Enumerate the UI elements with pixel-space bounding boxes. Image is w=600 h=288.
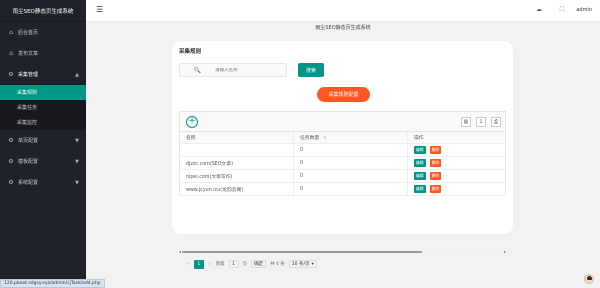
sidebar-subitem-monitor[interactable]: 采集监控 bbox=[0, 115, 86, 130]
sort-icon[interactable]: ⇕ bbox=[323, 135, 326, 140]
cell-actions: 编辑 删除 bbox=[408, 183, 505, 195]
browser-status-url: 120.pboot.sdgsy.xyz/admin/cjTask/add.php bbox=[0, 279, 105, 288]
fullscreen-icon[interactable]: ⛶ bbox=[560, 6, 564, 14]
gear-icon: ⚙ bbox=[8, 158, 14, 165]
goto-label: 到第 bbox=[215, 262, 225, 267]
page-size-select[interactable]: 10 条/页 ▾ bbox=[288, 260, 317, 268]
sidebar-item-label: 模板配置 bbox=[18, 159, 39, 165]
table-row: djzzc.com(SEO文章) 0 编辑 删除 bbox=[179, 157, 506, 170]
search-input[interactable] bbox=[215, 67, 285, 73]
chevron-down-icon: ▼ bbox=[75, 158, 79, 165]
add-icon[interactable]: + bbox=[186, 116, 198, 128]
sidebar-item-template[interactable]: ⚙ 模板配置 ▼ bbox=[0, 151, 86, 172]
sidebar: 雨尘SEO静态页生成系统 ⌂ 后台首页 ⌂ 发布文章 ⚙ 采集管理 ▲ 采集规则… bbox=[0, 0, 86, 288]
table-header-row: 名称 任务数量 ⇕ 操作 bbox=[179, 132, 506, 144]
home-icon: ⌂ bbox=[9, 29, 13, 36]
user-menu[interactable]: admin bbox=[576, 7, 592, 13]
page-title: 雨尘SEO静态页生成系统 bbox=[315, 25, 371, 31]
menu-toggle-icon[interactable]: ☰ bbox=[96, 5, 103, 14]
chevron-up-icon: ▲ bbox=[75, 71, 79, 78]
delete-button[interactable]: 删除 bbox=[429, 159, 442, 167]
theme-icon[interactable]: ☁ bbox=[536, 6, 542, 13]
column-header-label: 任务数量 bbox=[300, 136, 320, 141]
search-button[interactable]: 搜索 bbox=[298, 63, 324, 77]
sidebar-item-label: 单页配置 bbox=[18, 138, 39, 144]
total-count: 共 4 条 bbox=[270, 262, 285, 267]
edit-button[interactable]: 编辑 bbox=[414, 146, 426, 154]
delete-button[interactable]: 删除 bbox=[429, 172, 442, 180]
column-header-count[interactable]: 任务数量 ⇕ bbox=[294, 132, 408, 143]
cell-actions: 编辑 删除 bbox=[408, 157, 505, 169]
goto-confirm-button[interactable]: 确定 bbox=[251, 260, 267, 268]
columns-filter-icon[interactable]: ▥ bbox=[461, 117, 471, 127]
delete-button[interactable]: 删除 bbox=[429, 146, 442, 154]
print-icon[interactable]: ⎙ bbox=[491, 117, 501, 127]
column-header-actions: 操作 bbox=[414, 136, 424, 141]
cell-count: 0 bbox=[294, 183, 408, 195]
cell-count: 0 bbox=[294, 144, 408, 156]
avatar[interactable] bbox=[584, 274, 594, 284]
cell-name: nipei.com(文章写作) bbox=[180, 170, 294, 182]
cell-name: djzzc.com(SEO文章) bbox=[180, 157, 294, 169]
rules-card: 采集规则 🔍 搜索 采集规则配置 + ▥ ⇩ ⎙ 名称 任务数量 ⇕ 操作 0 … bbox=[172, 41, 513, 269]
goto-page-input[interactable]: 1 bbox=[228, 260, 239, 268]
table-row: nipei.com(文章写作) 0 编辑 删除 bbox=[179, 170, 506, 183]
search-icon: 🔍 bbox=[193, 66, 202, 74]
card-title: 采集规则 bbox=[179, 49, 202, 55]
home-icon: ⌂ bbox=[9, 50, 13, 57]
table-row: 0 编辑 删除 bbox=[179, 144, 506, 157]
rules-table: 名称 任务数量 ⇕ 操作 0 编辑 删除 djzzc.com(SEO文章) 0 … bbox=[179, 132, 506, 196]
horizontal-scrollbar[interactable]: ◂ ▸ bbox=[179, 249, 506, 254]
sidebar-submenu: 采集规则 采集任务 采集监控 bbox=[0, 85, 86, 130]
sidebar-item-label: 采集管理 bbox=[18, 72, 39, 78]
edit-button[interactable]: 编辑 bbox=[414, 172, 426, 180]
next-page-button[interactable]: > bbox=[208, 262, 212, 267]
sidebar-subitem-rules[interactable]: 采集规则 bbox=[0, 85, 86, 100]
chevron-down-icon: ▼ bbox=[75, 179, 79, 186]
gear-icon: ⚙ bbox=[8, 71, 14, 78]
sidebar-item-label: 系统配置 bbox=[18, 180, 39, 186]
sidebar-item-publish-article[interactable]: ⌂ 发布文章 bbox=[0, 43, 86, 64]
gear-icon: ⚙ bbox=[8, 137, 14, 144]
sidebar-item-label: 发布文章 bbox=[18, 51, 39, 57]
page-number-current[interactable]: 1 bbox=[193, 259, 204, 269]
page-size-value: 10 条/页 bbox=[291, 262, 310, 267]
sidebar-item-label: 后台首页 bbox=[18, 30, 39, 36]
edit-button[interactable]: 编辑 bbox=[414, 185, 426, 193]
sidebar-item-system[interactable]: ⚙ 系统配置 ▼ bbox=[0, 172, 86, 193]
chevron-down-icon: ▼ bbox=[75, 137, 79, 144]
sidebar-item-home[interactable]: ⌂ 后台首页 bbox=[0, 22, 86, 43]
sidebar-item-single-page[interactable]: ⚙ 单页配置 ▼ bbox=[0, 130, 86, 151]
cell-name bbox=[180, 144, 294, 156]
table-toolbar: + ▥ ⇩ ⎙ bbox=[179, 111, 506, 132]
prev-page-button[interactable]: < bbox=[186, 262, 190, 267]
cell-actions: 编辑 删除 bbox=[408, 170, 505, 182]
table-row: www.jcyun.icu(龙韵云阁) 0 编辑 删除 bbox=[179, 183, 506, 196]
search-box: 🔍 bbox=[179, 63, 287, 77]
cell-actions: 编辑 删除 bbox=[408, 144, 505, 156]
rule-config-button[interactable]: 采集规则配置 bbox=[317, 87, 370, 102]
scroll-right-icon[interactable]: ▸ bbox=[504, 249, 506, 254]
cell-name: www.jcyun.icu(龙韵云阁) bbox=[180, 183, 294, 195]
page-unit-label: 页 bbox=[242, 262, 248, 267]
column-header-name: 名称 bbox=[180, 132, 294, 143]
delete-button[interactable]: 删除 bbox=[429, 185, 442, 193]
export-icon[interactable]: ⇩ bbox=[476, 117, 486, 127]
gear-icon: ⚙ bbox=[8, 179, 14, 186]
scrollbar-thumb[interactable] bbox=[182, 251, 422, 253]
app-logo-title: 雨尘SEO静态页生成系统 bbox=[0, 0, 86, 22]
pagination: < 1 > 到第 1 页 确定 共 4 条 10 条/页 ▾ bbox=[186, 259, 317, 269]
scroll-left-icon[interactable]: ◂ bbox=[179, 249, 181, 254]
top-header: ☰ ☁ ⛶ admin bbox=[86, 0, 600, 22]
cell-count: 0 bbox=[294, 170, 408, 182]
chevron-down-icon: ▾ bbox=[311, 261, 314, 267]
sidebar-item-collection[interactable]: ⚙ 采集管理 ▲ bbox=[0, 64, 86, 85]
sidebar-subitem-tasks[interactable]: 采集任务 bbox=[0, 100, 86, 115]
cell-count: 0 bbox=[294, 157, 408, 169]
edit-button[interactable]: 编辑 bbox=[414, 159, 426, 167]
